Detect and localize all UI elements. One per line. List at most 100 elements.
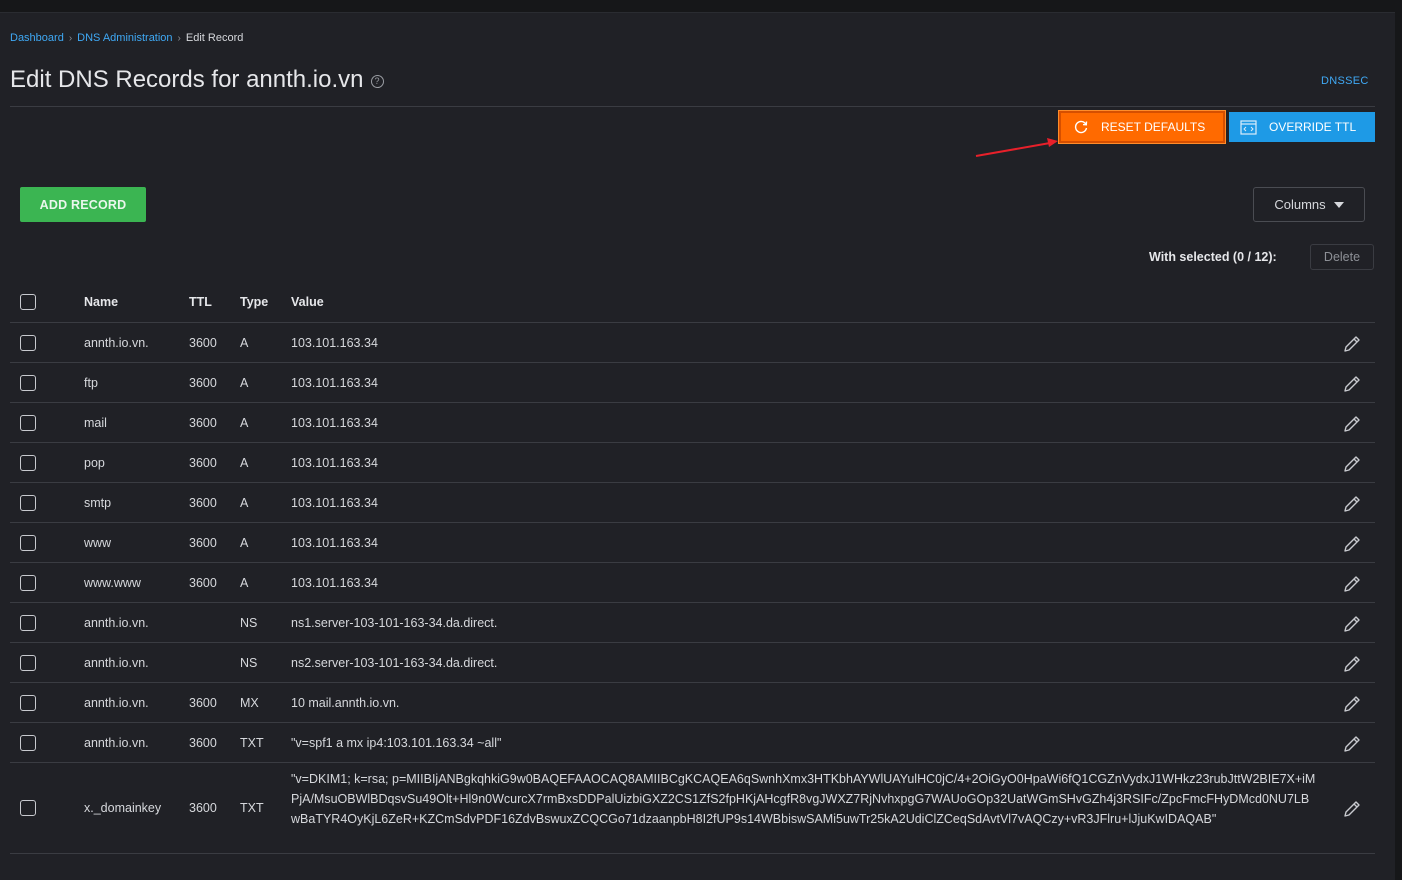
record-value: 103.101.163.34 xyxy=(291,416,378,430)
pencil-icon[interactable] xyxy=(1341,453,1363,475)
pencil-icon[interactable] xyxy=(1341,413,1363,435)
table-row: www 3600 A 103.101.163.34 xyxy=(10,523,1375,563)
pencil-icon[interactable] xyxy=(1341,373,1363,395)
pencil-icon[interactable] xyxy=(1341,493,1363,515)
record-name: annth.io.vn. xyxy=(84,736,149,750)
record-name: x._domainkey xyxy=(84,801,162,815)
breadcrumb: Dashboard › DNS Administration › Edit Re… xyxy=(10,32,243,44)
reset-defaults-button[interactable]: RESET DEFAULTS xyxy=(1059,111,1225,143)
breadcrumb-edit-record: Edit Record xyxy=(185,32,244,44)
record-type: A xyxy=(240,336,249,350)
table-row: www.www 3600 A 103.101.163.34 xyxy=(10,563,1375,603)
breadcrumb-dns-administration[interactable]: DNS Administration xyxy=(77,32,172,44)
header-ttl[interactable]: TTL xyxy=(189,295,212,309)
row-checkbox[interactable] xyxy=(20,695,36,711)
record-ttl: 3600 xyxy=(189,536,217,550)
table-row: annth.io.vn. 3600 TXT "v=spf1 a mx ip4:1… xyxy=(10,723,1375,763)
table-row: pop 3600 A 103.101.163.34 xyxy=(10,443,1375,483)
row-checkbox[interactable] xyxy=(20,800,36,816)
row-checkbox[interactable] xyxy=(20,415,36,431)
override-ttl-button[interactable]: OVERRIDE TTL xyxy=(1229,112,1375,142)
row-checkbox[interactable] xyxy=(20,615,36,631)
chevron-right-icon: › xyxy=(68,32,73,44)
row-checkbox[interactable] xyxy=(20,655,36,671)
row-checkbox[interactable] xyxy=(20,575,36,591)
annotation-arrow xyxy=(975,138,1058,157)
pencil-icon[interactable] xyxy=(1341,573,1363,595)
header-divider xyxy=(10,106,1375,107)
record-type: NS xyxy=(240,656,258,670)
record-ttl: 3600 xyxy=(189,496,217,510)
record-ttl: 3600 xyxy=(189,456,217,470)
records-table-body: annth.io.vn. 3600 A 103.101.163.34 ftp 3… xyxy=(10,323,1375,854)
record-value: "v=spf1 a mx ip4:103.101.163.34 ~all" xyxy=(291,736,502,750)
record-name: pop xyxy=(84,456,105,470)
with-selected-label: With selected (0 / 12): xyxy=(1149,250,1277,264)
row-checkbox[interactable] xyxy=(20,455,36,471)
record-value: ns2.server-103-101-163-34.da.direct. xyxy=(291,656,498,670)
record-type: NS xyxy=(240,616,258,630)
dnssec-link[interactable]: DNSSEC xyxy=(1321,75,1369,87)
chevron-right-icon: › xyxy=(177,32,181,44)
record-value: 103.101.163.34 xyxy=(291,336,378,350)
record-type: A xyxy=(240,576,249,590)
record-name: annth.io.vn. xyxy=(84,616,149,630)
row-checkbox[interactable] xyxy=(20,495,36,511)
table-row: x._domainkey 3600 TXT "v=DKIM1; k=rsa; p… xyxy=(10,763,1375,854)
pencil-icon[interactable] xyxy=(1341,333,1363,355)
header-value[interactable]: Value xyxy=(291,295,324,309)
title-row: Edit DNS Records for annth.io.vn ? xyxy=(10,66,384,94)
table-row: annth.io.vn. NS ns2.server-103-101-163-3… xyxy=(10,643,1375,683)
code-window-icon xyxy=(1240,119,1257,135)
pencil-icon[interactable] xyxy=(1341,733,1363,755)
table-row: annth.io.vn. 3600 A 103.101.163.34 xyxy=(10,323,1375,363)
header-name[interactable]: Name xyxy=(84,295,118,309)
page-title: Edit DNS Records for annth.io.vn xyxy=(10,66,364,93)
add-record-button[interactable]: ADD RECORD xyxy=(20,187,146,222)
record-name: smtp xyxy=(84,496,112,510)
select-all-checkbox[interactable] xyxy=(20,294,36,310)
row-checkbox[interactable] xyxy=(20,375,36,391)
record-type: A xyxy=(240,496,249,510)
record-value: ns1.server-103-101-163-34.da.direct. xyxy=(291,616,498,630)
row-checkbox[interactable] xyxy=(20,735,36,751)
pencil-icon[interactable] xyxy=(1341,693,1363,715)
table-row: annth.io.vn. 3600 MX 10 mail.annth.io.vn… xyxy=(10,683,1375,723)
header-type[interactable]: Type xyxy=(240,295,268,309)
table-row: ftp 3600 A 103.101.163.34 xyxy=(10,363,1375,403)
row-checkbox[interactable] xyxy=(20,335,36,351)
reset-defaults-label: RESET DEFAULTS xyxy=(1101,120,1206,134)
record-value: 10 mail.annth.io.vn. xyxy=(291,696,400,710)
pencil-icon[interactable] xyxy=(1341,533,1363,555)
record-name: annth.io.vn. xyxy=(84,696,149,710)
pencil-icon[interactable] xyxy=(1341,798,1363,820)
breadcrumb-dashboard[interactable]: Dashboard xyxy=(10,32,64,44)
record-ttl: 3600 xyxy=(189,696,217,710)
record-ttl: 3600 xyxy=(189,416,217,430)
record-value: 103.101.163.34 xyxy=(291,576,378,590)
record-ttl: 3600 xyxy=(189,376,217,390)
record-name: annth.io.vn. xyxy=(84,656,149,670)
delete-button[interactable]: Delete xyxy=(1310,244,1374,270)
record-type: A xyxy=(240,536,249,550)
record-name: ftp xyxy=(84,376,98,390)
columns-dropdown[interactable]: Columns xyxy=(1253,187,1365,222)
help-icon[interactable]: ? xyxy=(370,74,384,88)
record-type: A xyxy=(240,416,249,430)
record-name: www.www xyxy=(84,576,141,590)
record-name: mail xyxy=(84,416,107,430)
record-name: www xyxy=(84,536,112,550)
pencil-icon[interactable] xyxy=(1341,653,1363,675)
window-top-strip xyxy=(0,0,1402,12)
record-value: 103.101.163.34 xyxy=(291,496,378,510)
override-ttl-label: OVERRIDE TTL xyxy=(1269,120,1357,134)
refresh-icon xyxy=(1074,120,1088,134)
table-header: Name TTL Type Value xyxy=(10,283,1375,323)
pencil-icon[interactable] xyxy=(1341,613,1363,635)
record-type: TXT xyxy=(240,736,264,750)
record-type: TXT xyxy=(240,801,264,815)
table-row: mail 3600 A 103.101.163.34 xyxy=(10,403,1375,443)
record-type: MX xyxy=(240,696,259,710)
row-checkbox[interactable] xyxy=(20,535,36,551)
columns-label: Columns xyxy=(1274,197,1326,212)
